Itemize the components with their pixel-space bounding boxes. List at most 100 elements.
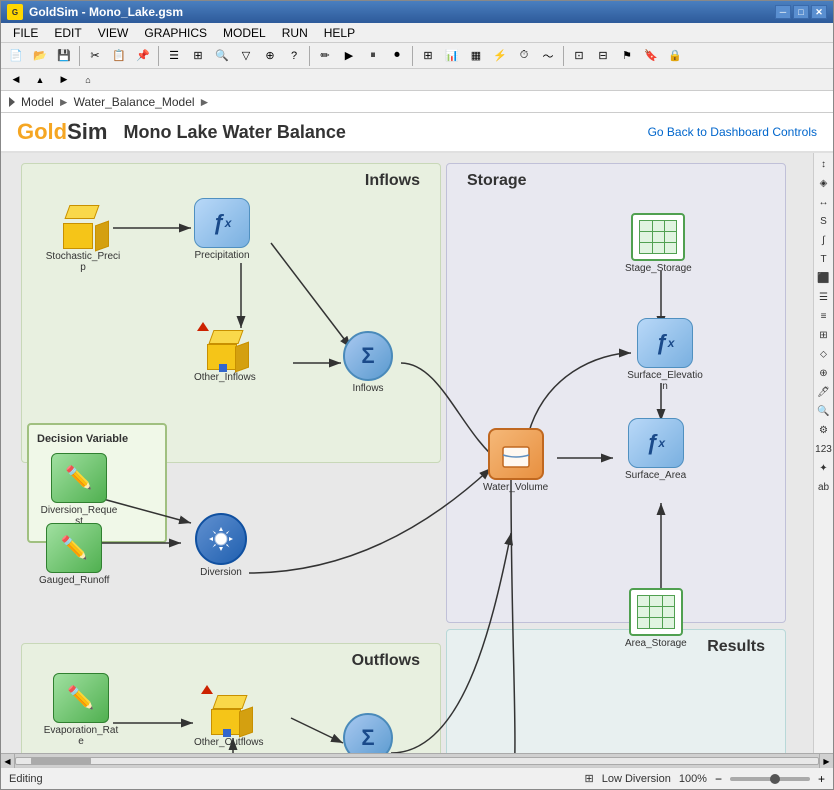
node-surface-elevation[interactable]: ƒx Surface_Elevation: [625, 318, 705, 392]
rt-btn-5[interactable]: ∫: [815, 231, 833, 249]
scroll-right-btn[interactable]: ▶: [819, 754, 833, 768]
filter-btn[interactable]: ▽: [235, 45, 257, 67]
rt-btn-18[interactable]: ab: [815, 478, 833, 496]
node-stochastic-precip[interactable]: Stochastic_Precip: [43, 201, 123, 273]
toolbar-main: 📄 📂 💾 ✂ 📋 📌 ☰ ⊞ 🔍 ▽ ⊕ ? ✏ ▶ ⏸ ⏺ ⊞ 📊 ▦ ⚡ …: [1, 43, 833, 69]
lock-btn[interactable]: 🔒: [664, 45, 686, 67]
other-outflows-label: Other_Outflows: [194, 737, 263, 748]
node-diversion[interactable]: Diversion: [195, 513, 247, 578]
rt-btn-1[interactable]: ↕: [815, 155, 833, 173]
menu-graphics[interactable]: GRAPHICS: [136, 24, 215, 42]
search-btn[interactable]: 🔍: [211, 45, 233, 67]
pause-btn[interactable]: ⏸: [362, 45, 384, 67]
grid-btn[interactable]: ⊞: [187, 45, 209, 67]
zoom-in-btn[interactable]: +: [818, 772, 825, 786]
node-gauged-runoff[interactable]: ✏️ Gauged_Runoff: [39, 523, 109, 586]
back-to-dashboard-link[interactable]: Go Back to Dashboard Controls: [648, 125, 817, 139]
save-btn[interactable]: 💾: [53, 45, 75, 67]
home-btn[interactable]: ⌂: [77, 69, 99, 91]
zoom-out-btn[interactable]: −: [715, 772, 722, 786]
node-water-volume[interactable]: Water_Volume: [483, 428, 548, 493]
stage-storage-label: Stage_Storage: [625, 263, 692, 274]
breadcrumb-root[interactable]: Model: [21, 95, 54, 109]
new-btn[interactable]: 📄: [5, 45, 27, 67]
stop-btn[interactable]: ⏺: [386, 45, 408, 67]
rt-btn-9[interactable]: ≡: [815, 307, 833, 325]
list-btn[interactable]: ☰: [163, 45, 185, 67]
node-surface-area[interactable]: ƒx Surface_Area: [625, 418, 686, 481]
menu-bar: FILE EDIT VIEW GRAPHICS MODEL RUN HELP: [1, 23, 833, 43]
view3-btn[interactable]: ⊟: [592, 45, 614, 67]
minimize-btn[interactable]: ─: [775, 5, 791, 19]
rt-btn-6[interactable]: T: [815, 250, 833, 268]
page-title: Mono Lake Water Balance: [123, 122, 647, 143]
node-precipitation[interactable]: ƒx Precipitation: [194, 198, 250, 261]
cut-btn[interactable]: ✂: [84, 45, 106, 67]
rt-btn-3[interactable]: ↔: [815, 193, 833, 211]
menu-file[interactable]: FILE: [5, 24, 46, 42]
right-toolbar: ↕ ◈ ↔ S ∫ T ⬛ ☰ ≡ ⊞ ⬦ ⊕ 🖊 🔍 ⚙ 123 ✦ ab: [813, 153, 833, 753]
table-btn[interactable]: ▦: [465, 45, 487, 67]
tag-btn[interactable]: ⊕: [259, 45, 281, 67]
node-other-outflows[interactable]: Other_Outflows: [194, 683, 263, 748]
main-window: G GoldSim - Mono_Lake.gsm ─ □ ✕ FILE EDI…: [0, 0, 834, 790]
open-btn[interactable]: 📂: [29, 45, 51, 67]
run-btn[interactable]: ▶: [338, 45, 360, 67]
rt-btn-7[interactable]: ⬛: [815, 269, 833, 287]
rt-btn-11[interactable]: ⬦: [815, 345, 833, 363]
tag2-btn[interactable]: 🔖: [640, 45, 662, 67]
rt-btn-14[interactable]: 🔍: [815, 402, 833, 420]
node-area-storage[interactable]: Area_Storage: [625, 588, 687, 649]
grid2-btn[interactable]: ⊞: [417, 45, 439, 67]
h-scrollbar[interactable]: ◀ ▶: [1, 753, 833, 767]
node-evaporation-rate[interactable]: ✏️ Evaporation_Rate: [41, 673, 121, 747]
menu-edit[interactable]: EDIT: [46, 24, 89, 42]
menu-run[interactable]: RUN: [274, 24, 316, 42]
edit-btn[interactable]: ✏: [314, 45, 336, 67]
diversion-icon: ⊞: [585, 772, 594, 785]
diagram-canvas[interactable]: Inflows Outflows Storage Results Decisio…: [1, 153, 813, 753]
menu-model[interactable]: MODEL: [215, 24, 274, 42]
rt-btn-10[interactable]: ⊞: [815, 326, 833, 344]
menu-view[interactable]: VIEW: [90, 24, 137, 42]
rt-btn-15[interactable]: ⚙: [815, 421, 833, 439]
node-diversion-request[interactable]: ✏️ Diversion_Request: [39, 453, 119, 527]
rt-btn-17[interactable]: ✦: [815, 459, 833, 477]
lightning-btn[interactable]: ⚡: [489, 45, 511, 67]
scroll-left-btn[interactable]: ◀: [1, 754, 15, 768]
page-header: GoldSim Mono Lake Water Balance Go Back …: [1, 113, 833, 153]
node-outflows[interactable]: Σ Outflows: [343, 713, 393, 753]
rt-btn-12[interactable]: ⊕: [815, 364, 833, 382]
breadcrumb-sep1: ►: [58, 95, 70, 109]
sep4: [412, 46, 413, 66]
rt-btn-16[interactable]: 123: [815, 440, 833, 458]
paste-btn[interactable]: 📌: [132, 45, 154, 67]
breadcrumb-child[interactable]: Water_Balance_Model: [74, 95, 195, 109]
rt-btn-8[interactable]: ☰: [815, 288, 833, 306]
rt-btn-4[interactable]: S: [815, 212, 833, 230]
node-stage-storage[interactable]: Stage_Storage: [625, 213, 692, 274]
rt-btn-2[interactable]: ◈: [815, 174, 833, 192]
window-controls: ─ □ ✕: [775, 5, 827, 19]
help-btn[interactable]: ?: [283, 45, 305, 67]
breadcrumb: Model ► Water_Balance_Model ►: [1, 91, 833, 113]
chart-btn[interactable]: 📊: [441, 45, 463, 67]
fwd-btn[interactable]: ▶: [53, 69, 75, 91]
rt-btn-13[interactable]: 🖊: [815, 383, 833, 401]
element-btn[interactable]: ⊡: [568, 45, 590, 67]
copy-btn[interactable]: 📋: [108, 45, 130, 67]
precipitation-label: Precipitation: [194, 250, 249, 261]
close-btn[interactable]: ✕: [811, 5, 827, 19]
zoom-slider[interactable]: [730, 777, 810, 781]
up-btn[interactable]: ▲: [29, 69, 51, 91]
node-inflows[interactable]: Σ Inflows: [343, 331, 393, 394]
menu-help[interactable]: HELP: [316, 24, 363, 42]
wave-btn[interactable]: 〜: [537, 45, 559, 67]
maximize-btn[interactable]: □: [793, 5, 809, 19]
time-btn[interactable]: ⏱: [513, 45, 535, 67]
back-btn[interactable]: ◀: [5, 69, 27, 91]
h-scroll-thumb[interactable]: [31, 757, 91, 765]
node-other-inflows[interactable]: Other_Inflows: [194, 318, 256, 383]
section-storage-bg: Storage: [446, 163, 786, 623]
flag-btn[interactable]: ⚑: [616, 45, 638, 67]
